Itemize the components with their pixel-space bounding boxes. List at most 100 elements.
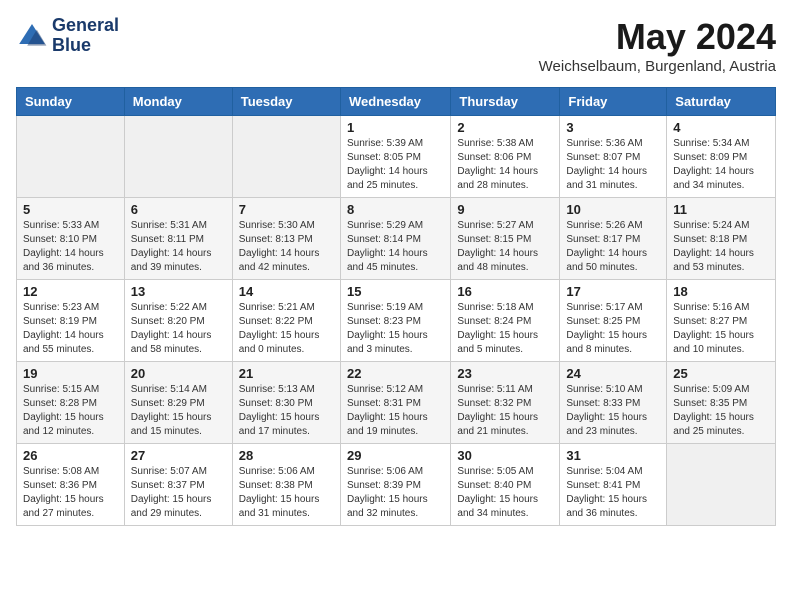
calendar-cell: 30Sunrise: 5:05 AMSunset: 8:40 PMDayligh… xyxy=(451,444,560,526)
day-number: 4 xyxy=(673,120,769,135)
day-number: 9 xyxy=(457,202,553,217)
calendar-cell: 6Sunrise: 5:31 AMSunset: 8:11 PMDaylight… xyxy=(124,198,232,280)
calendar-cell: 24 Sunrise: 5:10 AMSunset: 8:33 PMDayligh… xyxy=(560,362,667,444)
calendar-week-row: 5 Sunrise: 5:33 AMSunset: 8:10 PMDaylight… xyxy=(17,198,776,280)
calendar-cell: 4Sunrise: 5:34 AMSunset: 8:09 PMDaylight… xyxy=(667,116,776,198)
day-number: 28 xyxy=(239,448,334,463)
day-number: 29 xyxy=(347,448,444,463)
day-number: 15 xyxy=(347,284,444,299)
calendar-cell: 20 Sunrise: 5:14 AMSunset: 8:29 PMDayligh… xyxy=(124,362,232,444)
day-number: 27 xyxy=(131,448,226,463)
day-number: 7 xyxy=(239,202,334,217)
day-number: 22 xyxy=(347,366,444,381)
calendar-cell: 14Sunrise: 5:21 AMSunset: 8:22 PMDayligh… xyxy=(232,280,340,362)
day-info: Sunrise: 5:12 AMSunset: 8:31 PMDaylight:… xyxy=(347,383,444,439)
day-info: Sunrise: 5:33 AMSunset: 8:10 PMDaylight:… xyxy=(23,219,118,275)
day-info: Sunrise: 5:30 AMSunset: 8:13 PMDaylight:… xyxy=(239,219,334,275)
calendar-week-row: 19 Sunrise: 5:15 AMSunset: 8:28 PMDayligh… xyxy=(17,362,776,444)
calendar-cell: 11 Sunrise: 5:24 AMSunset: 8:18 PMDayligh… xyxy=(667,198,776,280)
calendar-cell: 31 Sunrise: 5:04 AMSunset: 8:41 PMDayligh… xyxy=(560,444,667,526)
title-block: May 2024 Weichselbaum, Burgenland, Austr… xyxy=(539,16,776,75)
day-info: Sunrise: 5:17 AMSunset: 8:25 PMDaylight:… xyxy=(566,301,660,357)
day-info: Sunrise: 5:13 AMSunset: 8:30 PMDaylight:… xyxy=(239,383,334,439)
calendar-cell: 26 Sunrise: 5:08 AMSunset: 8:36 PMDayligh… xyxy=(17,444,125,526)
day-info: Sunrise: 5:04 AMSunset: 8:41 PMDaylight:… xyxy=(566,465,660,521)
calendar-cell: 9 Sunrise: 5:27 AMSunset: 8:15 PMDaylight… xyxy=(451,198,560,280)
calendar-cell: 7 Sunrise: 5:30 AMSunset: 8:13 PMDaylight… xyxy=(232,198,340,280)
day-info: Sunrise: 5:06 AMSunset: 8:39 PMDaylight:… xyxy=(347,465,444,521)
calendar-cell: 28Sunrise: 5:06 AMSunset: 8:38 PMDayligh… xyxy=(232,444,340,526)
day-number: 20 xyxy=(131,366,226,381)
calendar-cell: 12Sunrise: 5:23 AMSunset: 8:19 PMDayligh… xyxy=(17,280,125,362)
calendar-cell: 5 Sunrise: 5:33 AMSunset: 8:10 PMDaylight… xyxy=(17,198,125,280)
weekday-header-row: SundayMondayTuesdayWednesdayThursdayFrid… xyxy=(17,88,776,116)
calendar-week-row: 1Sunrise: 5:39 AMSunset: 8:05 PMDaylight… xyxy=(17,116,776,198)
calendar-cell: 1Sunrise: 5:39 AMSunset: 8:05 PMDaylight… xyxy=(340,116,450,198)
weekday-header-friday: Friday xyxy=(560,88,667,116)
day-info: Sunrise: 5:10 AMSunset: 8:33 PMDaylight:… xyxy=(566,383,660,439)
calendar-cell xyxy=(17,116,125,198)
day-info: Sunrise: 5:07 AMSunset: 8:37 PMDaylight:… xyxy=(131,465,226,521)
day-number: 19 xyxy=(23,366,118,381)
day-info: Sunrise: 5:29 AMSunset: 8:14 PMDaylight:… xyxy=(347,219,444,275)
day-info: Sunrise: 5:15 AMSunset: 8:28 PMDaylight:… xyxy=(23,383,118,439)
weekday-header-sunday: Sunday xyxy=(17,88,125,116)
day-info: Sunrise: 5:14 AMSunset: 8:29 PMDaylight:… xyxy=(131,383,226,439)
day-info: Sunrise: 5:39 AMSunset: 8:05 PMDaylight:… xyxy=(347,137,444,193)
calendar-table: SundayMondayTuesdayWednesdayThursdayFrid… xyxy=(16,87,776,526)
day-number: 24 xyxy=(566,366,660,381)
day-number: 18 xyxy=(673,284,769,299)
day-info: Sunrise: 5:16 AMSunset: 8:27 PMDaylight:… xyxy=(673,301,769,357)
header: General Blue May 2024 Weichselbaum, Burg… xyxy=(16,16,776,75)
calendar-cell xyxy=(124,116,232,198)
calendar-cell: 27 Sunrise: 5:07 AMSunset: 8:37 PMDayligh… xyxy=(124,444,232,526)
logo-text: General Blue xyxy=(52,16,119,56)
calendar-cell: 8 Sunrise: 5:29 AMSunset: 8:14 PMDaylight… xyxy=(340,198,450,280)
day-number: 21 xyxy=(239,366,334,381)
calendar-cell: 15 Sunrise: 5:19 AMSunset: 8:23 PMDayligh… xyxy=(340,280,450,362)
day-number: 5 xyxy=(23,202,118,217)
calendar-cell: 19 Sunrise: 5:15 AMSunset: 8:28 PMDayligh… xyxy=(17,362,125,444)
calendar-cell: 16Sunrise: 5:18 AMSunset: 8:24 PMDayligh… xyxy=(451,280,560,362)
calendar-cell: 17Sunrise: 5:17 AMSunset: 8:25 PMDayligh… xyxy=(560,280,667,362)
location-subtitle: Weichselbaum, Burgenland, Austria xyxy=(539,58,776,75)
weekday-header-thursday: Thursday xyxy=(451,88,560,116)
logo-line1: General xyxy=(52,16,119,36)
day-number: 3 xyxy=(566,120,660,135)
day-number: 23 xyxy=(457,366,553,381)
month-title: May 2024 xyxy=(539,16,776,58)
day-number: 10 xyxy=(566,202,660,217)
day-info: Sunrise: 5:31 AMSunset: 8:11 PMDaylight:… xyxy=(131,219,226,275)
day-info: Sunrise: 5:24 AMSunset: 8:18 PMDaylight:… xyxy=(673,219,769,275)
calendar-cell: 3 Sunrise: 5:36 AMSunset: 8:07 PMDaylight… xyxy=(560,116,667,198)
calendar-week-row: 26 Sunrise: 5:08 AMSunset: 8:36 PMDayligh… xyxy=(17,444,776,526)
weekday-header-saturday: Saturday xyxy=(667,88,776,116)
logo: General Blue xyxy=(16,16,119,56)
logo-line2: Blue xyxy=(52,36,119,56)
calendar-cell: 13 Sunrise: 5:22 AMSunset: 8:20 PMDayligh… xyxy=(124,280,232,362)
day-number: 8 xyxy=(347,202,444,217)
day-info: Sunrise: 5:27 AMSunset: 8:15 PMDaylight:… xyxy=(457,219,553,275)
day-info: Sunrise: 5:09 AMSunset: 8:35 PMDaylight:… xyxy=(673,383,769,439)
day-info: Sunrise: 5:26 AMSunset: 8:17 PMDaylight:… xyxy=(566,219,660,275)
day-info: Sunrise: 5:22 AMSunset: 8:20 PMDaylight:… xyxy=(131,301,226,357)
day-number: 11 xyxy=(673,202,769,217)
calendar-cell: 22 Sunrise: 5:12 AMSunset: 8:31 PMDayligh… xyxy=(340,362,450,444)
day-info: Sunrise: 5:18 AMSunset: 8:24 PMDaylight:… xyxy=(457,301,553,357)
calendar-cell: 25Sunrise: 5:09 AMSunset: 8:35 PMDayligh… xyxy=(667,362,776,444)
day-info: Sunrise: 5:36 AMSunset: 8:07 PMDaylight:… xyxy=(566,137,660,193)
calendar-cell xyxy=(667,444,776,526)
day-info: Sunrise: 5:08 AMSunset: 8:36 PMDaylight:… xyxy=(23,465,118,521)
weekday-header-monday: Monday xyxy=(124,88,232,116)
day-number: 26 xyxy=(23,448,118,463)
calendar-cell: 29 Sunrise: 5:06 AMSunset: 8:39 PMDayligh… xyxy=(340,444,450,526)
day-info: Sunrise: 5:05 AMSunset: 8:40 PMDaylight:… xyxy=(457,465,553,521)
day-info: Sunrise: 5:23 AMSunset: 8:19 PMDaylight:… xyxy=(23,301,118,357)
day-number: 31 xyxy=(566,448,660,463)
weekday-header-wednesday: Wednesday xyxy=(340,88,450,116)
day-info: Sunrise: 5:19 AMSunset: 8:23 PMDaylight:… xyxy=(347,301,444,357)
day-number: 14 xyxy=(239,284,334,299)
calendar-week-row: 12Sunrise: 5:23 AMSunset: 8:19 PMDayligh… xyxy=(17,280,776,362)
day-number: 13 xyxy=(131,284,226,299)
calendar-cell: 23Sunrise: 5:11 AMSunset: 8:32 PMDayligh… xyxy=(451,362,560,444)
